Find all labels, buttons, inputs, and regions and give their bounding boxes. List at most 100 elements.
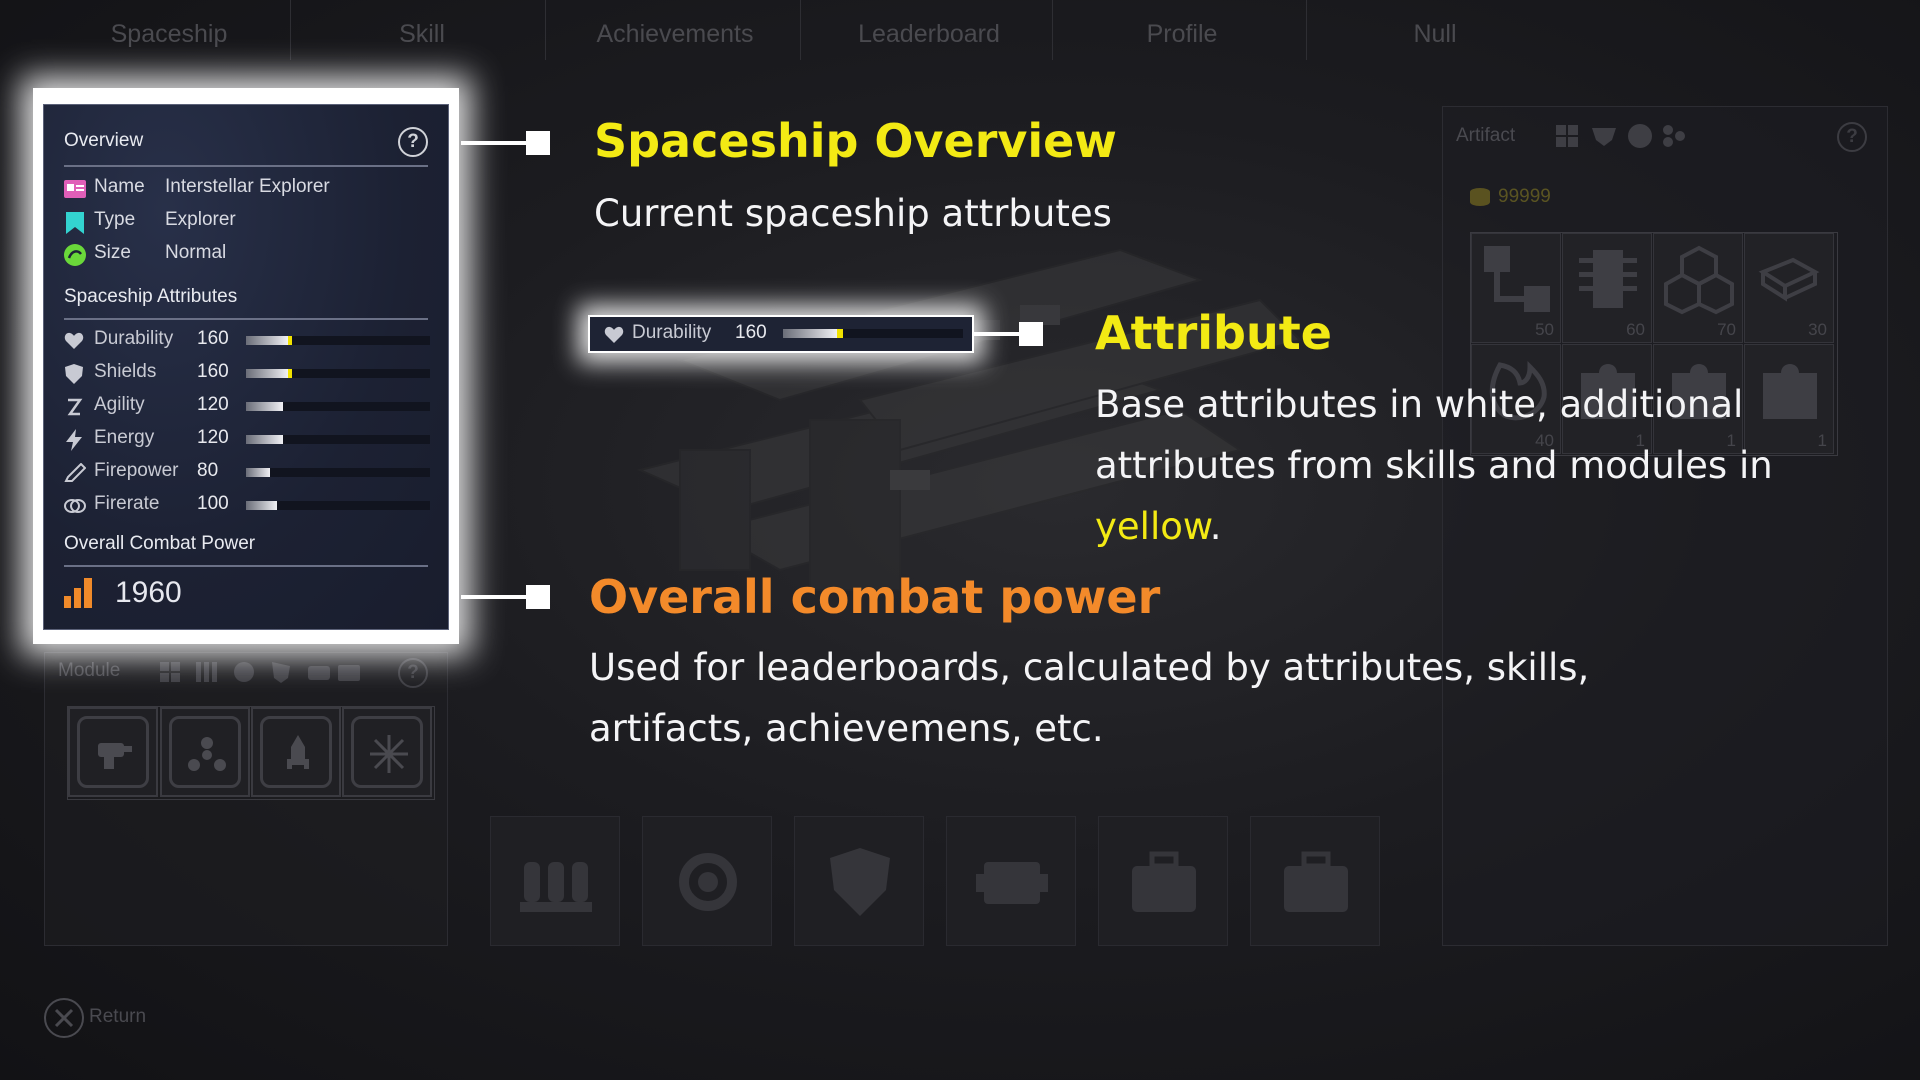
bonus-bar-fill	[288, 336, 292, 345]
overview-help-icon[interactable]: ?	[398, 127, 428, 157]
artifact-cell[interactable]: 60	[1562, 233, 1652, 343]
attribute-label: Durability	[632, 322, 712, 343]
attribute-bar	[783, 329, 963, 338]
tab-null[interactable]: Null	[1335, 20, 1535, 49]
combat-annotation-title: Overall combat power	[589, 570, 1161, 624]
toolbox-icon	[1132, 851, 1196, 912]
module-slot[interactable]	[68, 707, 158, 797]
attribute-label: Energy	[94, 427, 155, 448]
artifact-cell[interactable]: 30	[1744, 233, 1834, 343]
base-bar-fill	[246, 369, 288, 378]
attribute-bar	[246, 402, 430, 411]
attribute-value: 120	[197, 394, 229, 415]
yellow-word: yellow	[1095, 505, 1210, 548]
tab-divider	[1052, 0, 1053, 60]
artifact-cell[interactable]: 70	[1653, 233, 1743, 343]
ship-size-value: Normal	[165, 242, 227, 263]
equipment-slot[interactable]	[642, 816, 772, 946]
base-bar-fill	[246, 468, 270, 477]
desc-line: Base attributes in white, additional	[1095, 383, 1744, 426]
attribute-row-firepower: Firepower 80	[64, 460, 430, 486]
attribute-bar	[246, 369, 430, 378]
desc-line: attributes from skills and modules in	[1095, 444, 1773, 487]
tab-achievements[interactable]: Achievements	[575, 20, 775, 49]
return-button[interactable]: Return	[89, 1006, 146, 1028]
shield-icon	[65, 364, 83, 384]
tab-spaceship[interactable]: Spaceship	[69, 20, 269, 49]
cubes-artifact-icon	[1664, 245, 1734, 315]
ship-name-value: Interstellar Explorer	[165, 176, 330, 197]
artifact-level: 30	[1808, 320, 1827, 339]
attribute-bar	[246, 435, 430, 444]
attribute-value: 100	[197, 493, 229, 514]
attribute-bar	[246, 501, 430, 510]
firepower-icon	[64, 463, 86, 482]
connector-line	[461, 141, 527, 145]
attribute-annotation-desc: Base attributes in white, additional att…	[1095, 374, 1875, 557]
tab-profile[interactable]: Profile	[1082, 20, 1282, 49]
tab-divider	[1306, 0, 1307, 60]
module-slot[interactable]	[342, 707, 432, 797]
desc-end: .	[1209, 505, 1222, 548]
attribute-label: Agility	[94, 394, 145, 415]
combat-power-icon	[64, 578, 92, 608]
info-row-size: Size Normal	[64, 242, 424, 268]
attribute-row-agility: Agility 120	[64, 394, 430, 420]
lightning-icon	[66, 429, 82, 451]
module-help-icon[interactable]: ?	[398, 658, 428, 688]
module-slot[interactable]	[160, 707, 250, 797]
rocket-module-icon	[287, 735, 309, 769]
overview-annotation-title: Spaceship Overview	[594, 114, 1117, 168]
attribute-value: 160	[197, 361, 229, 382]
divider	[64, 565, 428, 567]
target-icon	[679, 853, 737, 911]
tab-leaderboard[interactable]: Leaderboard	[829, 20, 1029, 49]
attribute-highlight: Durability 160	[590, 317, 972, 351]
module-slot[interactable]	[251, 707, 341, 797]
ammo-icon	[520, 862, 592, 912]
attribute-value: 80	[197, 460, 219, 481]
id-card-icon	[64, 180, 86, 198]
equipment-slot[interactable]	[490, 816, 620, 946]
base-bar-fill	[246, 336, 288, 345]
equipment-slot[interactable]	[946, 816, 1076, 946]
connector-marker	[1019, 322, 1043, 346]
info-row-name: Name Interstellar Explorer	[64, 176, 424, 202]
combat-power-title: Overall Combat Power	[64, 533, 256, 554]
artifact-cell[interactable]: 50	[1471, 233, 1561, 343]
equipment-slot[interactable]	[794, 816, 924, 946]
info-label: Size	[94, 242, 131, 263]
equipment-slot[interactable]	[1098, 816, 1228, 946]
tab-skill[interactable]: Skill	[322, 20, 522, 49]
shield-icon	[830, 848, 890, 916]
attribute-row-durability: Durability 160	[64, 328, 430, 354]
desc-line: Used for leaderboards, calculated by att…	[589, 646, 1590, 689]
overview-annotation-desc: Current spaceship attrbutes	[594, 192, 1112, 235]
combat-power-value: 1960	[115, 576, 182, 609]
toolbox-icon	[1284, 851, 1348, 912]
attribute-value: 120	[197, 427, 229, 448]
desc-line: yellow.	[1095, 496, 1875, 557]
attributes-title: Spaceship Attributes	[64, 286, 238, 307]
info-label: Type	[94, 209, 136, 230]
artifact-level: 60	[1626, 320, 1645, 339]
attribute-value: 160	[197, 328, 229, 349]
currency-amount: 99999	[1498, 186, 1551, 207]
attribute-row-energy: Energy 120	[64, 427, 430, 453]
bookmark-icon	[66, 212, 84, 234]
attribute-label: Shields	[94, 361, 157, 382]
burst-module-icon	[370, 735, 408, 773]
divider	[64, 318, 428, 320]
attribute-annotation-title: Attribute	[1095, 306, 1332, 360]
desc-line: artifacts, achievemens, etc.	[589, 707, 1104, 750]
tab-divider	[800, 0, 801, 60]
artifact-help-icon[interactable]: ?	[1837, 122, 1867, 152]
gun-module-icon	[98, 743, 132, 769]
return-icon[interactable]	[44, 998, 84, 1038]
info-row-type: Type Explorer	[64, 209, 424, 235]
drone-module-icon	[188, 737, 226, 771]
attribute-row-firerate: Firerate 100	[64, 493, 430, 519]
equipment-slot[interactable]	[1250, 816, 1380, 946]
base-bar-fill	[783, 329, 837, 338]
attribute-label: Firepower	[94, 460, 179, 481]
